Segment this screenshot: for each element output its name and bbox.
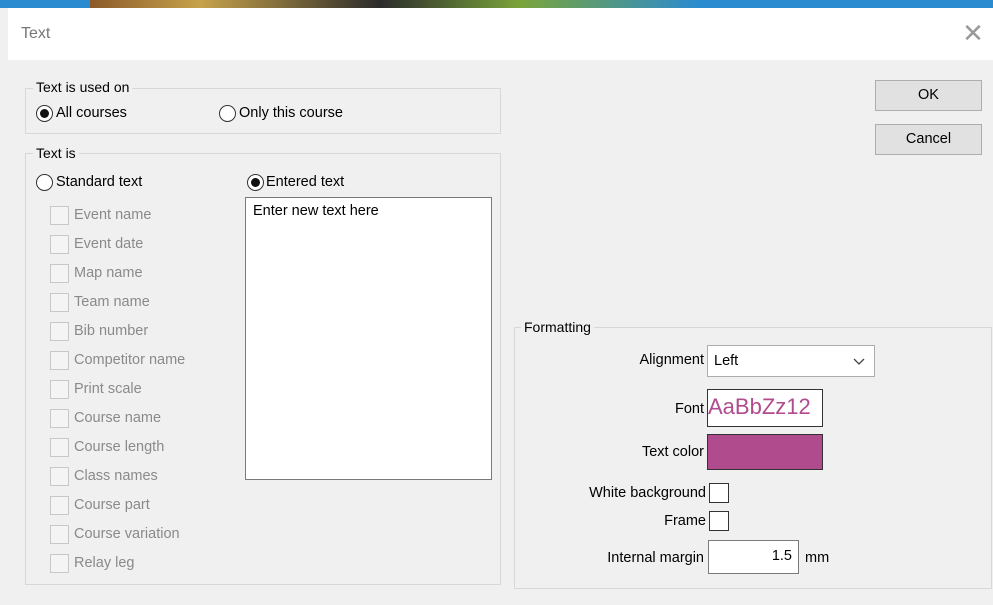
- standard-item-checkbox[interactable]: [50, 467, 69, 486]
- formatting-legend: Formatting: [521, 319, 594, 335]
- standard-item-checkbox[interactable]: [50, 264, 69, 283]
- font-sample-button[interactable]: AaBbZz12: [707, 389, 823, 427]
- only-this-course-radio[interactable]: [219, 105, 236, 122]
- standard-text-radio[interactable]: [36, 174, 53, 191]
- standard-item-label: Course length: [74, 439, 165, 455]
- alignment-label: Alignment: [639, 352, 704, 368]
- standard-item-label: Event date: [74, 236, 144, 252]
- text-color-label: Text color: [641, 444, 704, 460]
- internal-margin-value: 1.5: [771, 548, 792, 564]
- standard-item-label: Bib number: [74, 323, 149, 339]
- internal-margin-unit: mm: [805, 550, 830, 566]
- standard-item-checkbox[interactable]: [50, 235, 69, 254]
- all-courses-label[interactable]: All courses: [56, 105, 127, 121]
- standard-item-label: Team name: [74, 294, 150, 310]
- standard-item-label: Course variation: [74, 526, 180, 542]
- standard-item-checkbox[interactable]: [50, 322, 69, 341]
- entered-text-label[interactable]: Entered text: [266, 174, 344, 190]
- standard-item-checkbox[interactable]: [50, 525, 69, 544]
- font-sample: AaBbZz12: [708, 394, 811, 419]
- standard-item-label: Event name: [74, 207, 152, 223]
- alignment-value: Left: [714, 353, 739, 369]
- standard-item-label: Course name: [74, 410, 162, 426]
- background-strip: [0, 0, 993, 8]
- dialog-title: Text: [21, 25, 51, 42]
- standard-item-label: Course part: [74, 497, 150, 513]
- chevron-down-icon: [853, 358, 865, 365]
- font-label: Font: [674, 401, 704, 417]
- standard-item-checkbox[interactable]: [50, 206, 69, 225]
- entered-text-area[interactable]: Enter new text here: [245, 197, 492, 480]
- standard-item-checkbox[interactable]: [50, 380, 69, 399]
- internal-margin-input[interactable]: 1.5: [708, 540, 799, 574]
- standard-text-label[interactable]: Standard text: [56, 174, 142, 190]
- alignment-select[interactable]: Left: [707, 345, 875, 377]
- white-background-label: White background: [589, 485, 706, 501]
- frame-label: Frame: [664, 513, 706, 529]
- white-background-checkbox[interactable]: [709, 483, 729, 503]
- standard-item-label: Competitor name: [74, 352, 186, 368]
- internal-margin-label: Internal margin: [607, 550, 704, 566]
- standard-item-label: Map name: [74, 265, 143, 281]
- standard-item-label: Relay leg: [74, 555, 135, 571]
- close-icon[interactable]: ✕: [957, 18, 989, 50]
- only-this-course-label[interactable]: Only this course: [239, 105, 343, 121]
- cancel-button[interactable]: Cancel: [875, 124, 982, 155]
- title-bar: Text ✕: [8, 8, 993, 60]
- standard-item-checkbox[interactable]: [50, 438, 69, 457]
- used-on-legend: Text is used on: [33, 79, 133, 95]
- standard-item-label: Print scale: [74, 381, 142, 397]
- text-dialog: Text ✕ Text is used on All courses Only …: [8, 8, 993, 605]
- text-is-legend: Text is: [33, 145, 79, 161]
- ok-button[interactable]: OK: [875, 80, 982, 111]
- text-color-swatch[interactable]: [707, 434, 823, 470]
- all-courses-radio[interactable]: [36, 105, 53, 122]
- entered-text-radio[interactable]: [247, 174, 264, 191]
- standard-item-checkbox[interactable]: [50, 351, 69, 370]
- standard-item-checkbox[interactable]: [50, 293, 69, 312]
- frame-checkbox[interactable]: [709, 511, 729, 531]
- standard-item-checkbox[interactable]: [50, 409, 69, 428]
- standard-item-checkbox[interactable]: [50, 496, 69, 515]
- standard-item-checkbox[interactable]: [50, 554, 69, 573]
- standard-item-label: Class names: [74, 468, 158, 484]
